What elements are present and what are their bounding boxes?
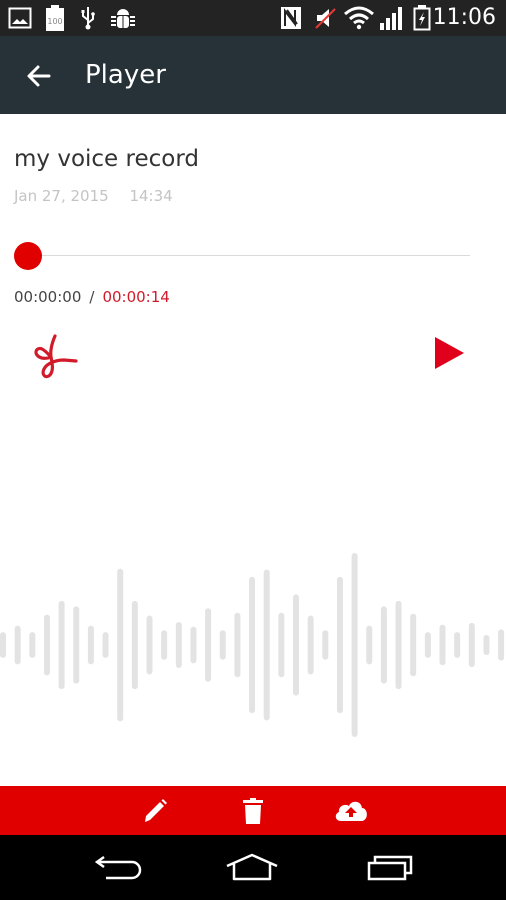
waveform-bar <box>234 612 241 678</box>
waveform-bar <box>175 622 182 668</box>
waveform-bar <box>249 576 256 714</box>
status-bar: 100 11:06 <box>0 0 506 36</box>
waveform-bar <box>366 625 373 665</box>
recording-date: Jan 27, 2015 <box>14 187 109 205</box>
edit-button[interactable] <box>130 786 180 835</box>
mute-icon <box>313 0 337 36</box>
back-icon <box>94 855 142 880</box>
nav-home-button[interactable] <box>222 845 282 889</box>
waveform-bar <box>439 624 446 666</box>
svg-text:100: 100 <box>47 17 62 26</box>
recording-title: my voice record <box>14 146 199 172</box>
play-button[interactable] <box>428 333 472 373</box>
recording-time: 14:34 <box>129 187 173 205</box>
usb-icon <box>80 0 96 36</box>
battery-100-icon: 100 <box>45 0 65 36</box>
waveform-bar <box>454 632 461 658</box>
signal-icon <box>380 0 406 36</box>
delete-button[interactable] <box>228 786 278 835</box>
system-nav-bar <box>0 835 506 900</box>
waveform-bar <box>29 632 36 658</box>
waveform-bar <box>43 614 50 676</box>
time-display: 00:00:00 / 00:00:14 <box>14 288 170 306</box>
waveform-bar <box>278 612 285 678</box>
trash-icon <box>243 797 263 824</box>
cloud-upload-icon <box>335 801 367 821</box>
cut-button[interactable] <box>30 333 80 379</box>
waveform-bar <box>205 608 212 682</box>
wifi-icon <box>343 0 375 36</box>
play-icon <box>435 337 464 369</box>
waveform-bar <box>395 600 402 690</box>
waveform-bar <box>322 630 329 660</box>
recording-datetime: Jan 27, 2015 14:34 <box>14 187 189 205</box>
waveform-bar <box>410 613 417 677</box>
status-time: 11:06 <box>432 5 496 30</box>
waveform-bar <box>424 632 431 658</box>
waveform-bar <box>190 626 197 664</box>
waveform-bar <box>263 569 270 721</box>
waveform-bar <box>293 594 299 696</box>
arrow-left-icon <box>27 65 51 87</box>
waveform-bar <box>161 630 168 660</box>
total-time: 00:00:14 <box>102 288 170 306</box>
waveform-bar <box>498 629 505 661</box>
upload-button[interactable] <box>326 786 376 835</box>
android-debug-icon <box>110 0 136 36</box>
pencil-icon <box>145 798 167 822</box>
waveform-bar <box>102 632 109 658</box>
battery-charging-icon <box>413 0 431 36</box>
waveform-bar <box>87 625 94 665</box>
waveform-bar <box>0 632 6 658</box>
home-icon <box>226 853 278 881</box>
waveform-bar <box>14 625 21 665</box>
recents-icon <box>367 855 413 881</box>
current-time: 00:00:00 <box>14 288 82 306</box>
app-bar: Player <box>0 36 506 114</box>
waveform-bar <box>307 615 314 675</box>
seek-thumb[interactable] <box>14 242 42 270</box>
waveform-bar <box>483 635 490 655</box>
waveform-bar <box>146 615 153 675</box>
back-button[interactable] <box>22 59 56 93</box>
waveform-bar <box>131 600 138 690</box>
seek-bar[interactable] <box>28 255 470 256</box>
waveform-bar <box>336 576 343 714</box>
waveform-bar <box>73 606 80 684</box>
nav-back-button[interactable] <box>86 845 146 889</box>
bottom-action-bar <box>0 786 506 835</box>
time-separator: / <box>89 288 95 306</box>
waveform-bar <box>117 568 124 722</box>
waveform <box>0 553 505 737</box>
waveform-bar <box>351 553 358 737</box>
nav-recents-button[interactable] <box>360 845 420 889</box>
gallery-icon <box>8 0 32 36</box>
page-title: Player <box>85 60 166 90</box>
waveform-bar <box>58 600 65 690</box>
waveform-bar <box>219 630 226 660</box>
waveform-bar <box>468 622 475 668</box>
scissors-icon <box>34 334 78 379</box>
nfc-icon <box>280 0 302 36</box>
waveform-bar <box>380 606 387 684</box>
